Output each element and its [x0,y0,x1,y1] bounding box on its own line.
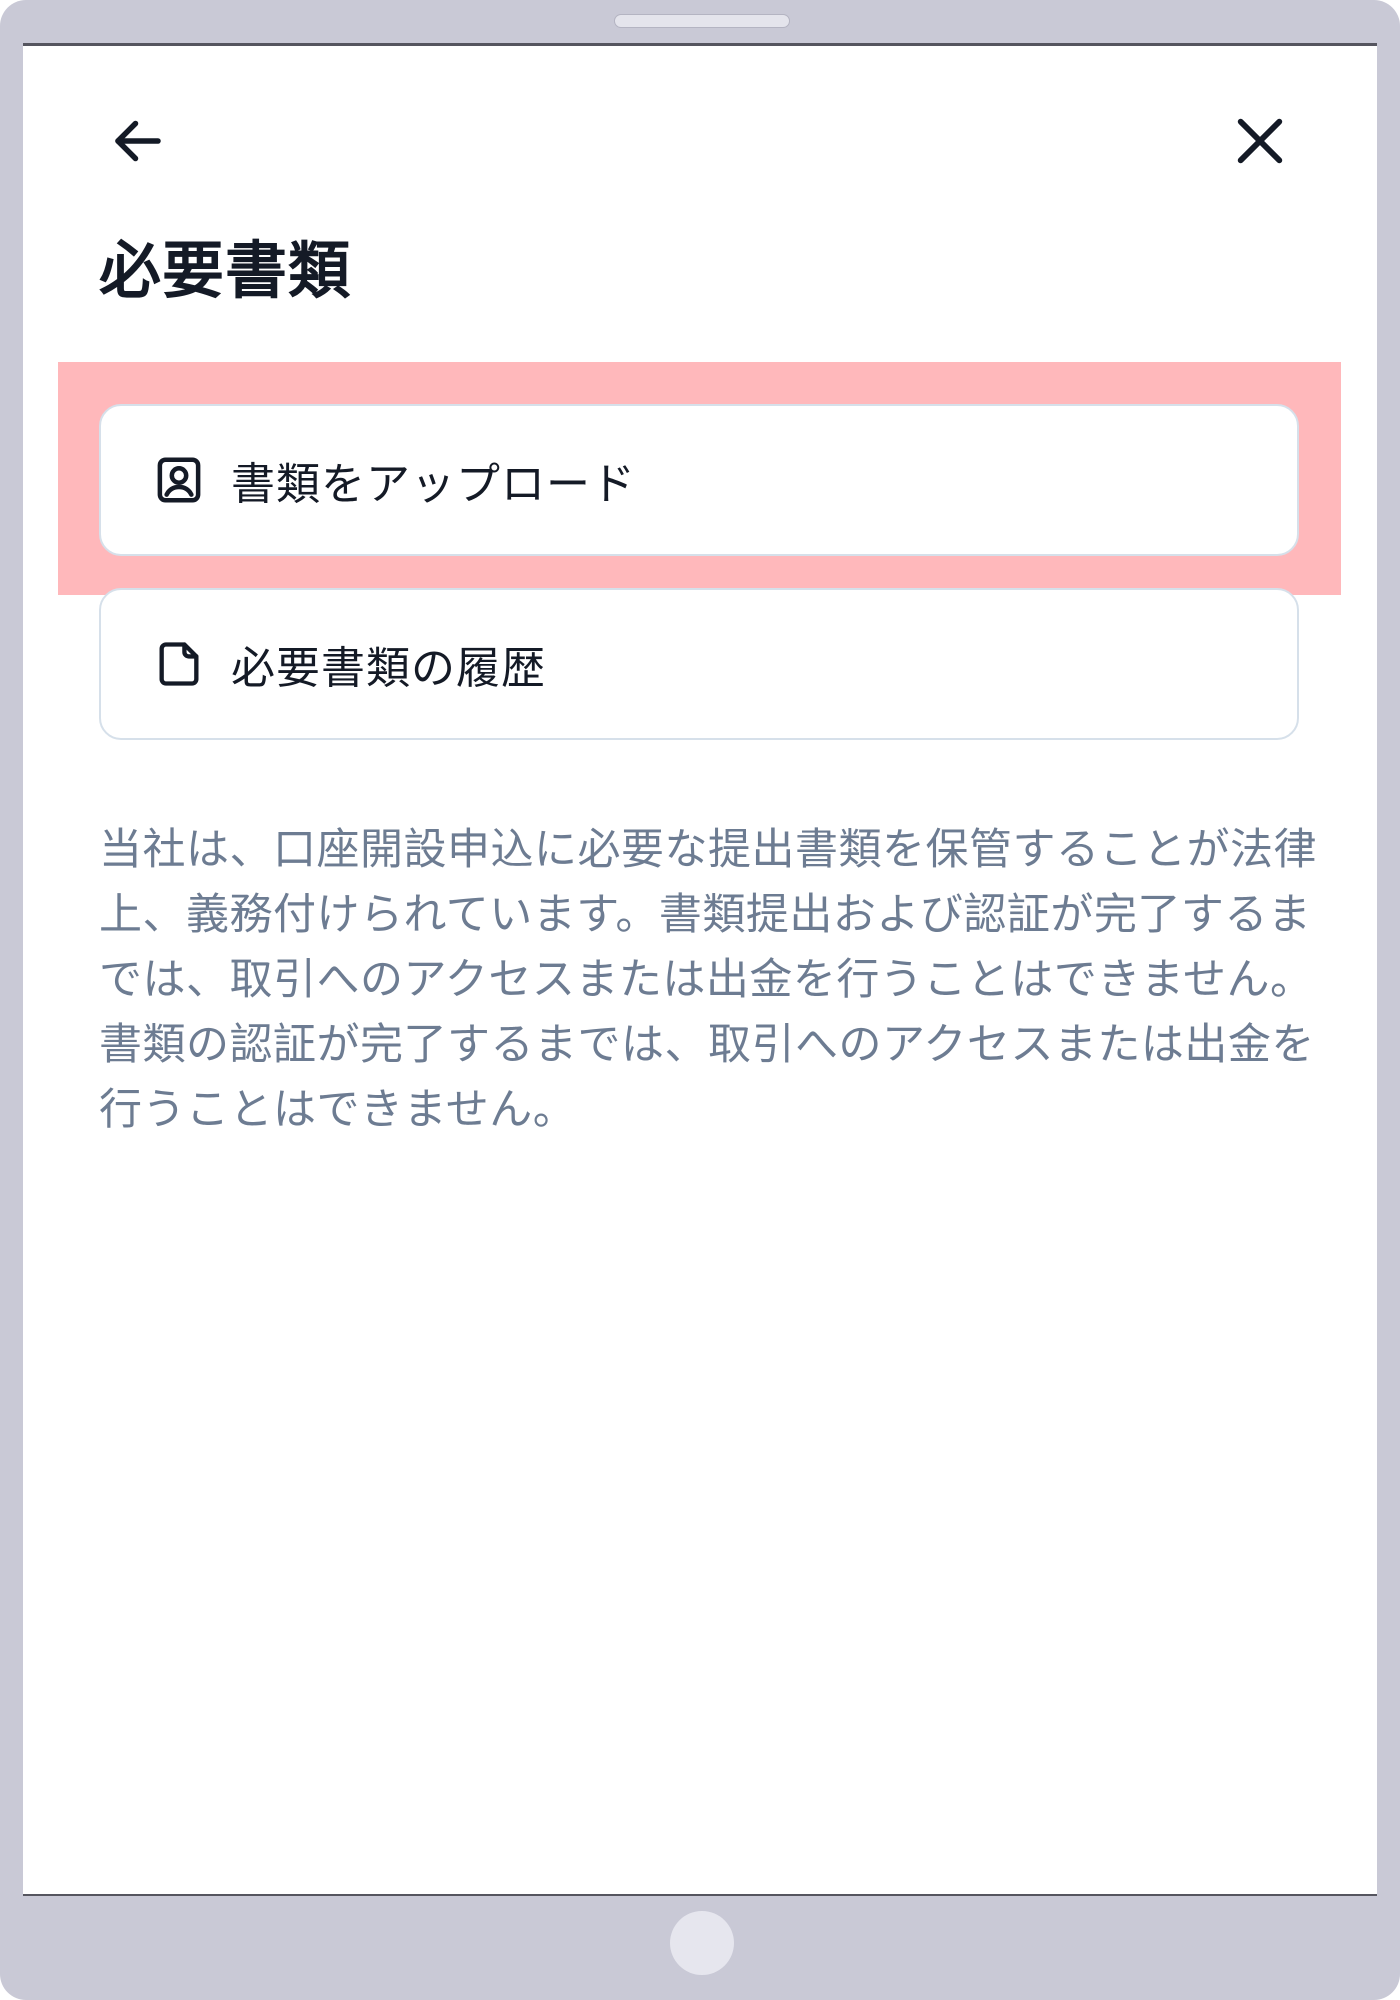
page-title: 必要書類 [99,234,352,307]
arrow-left-icon [115,120,161,162]
back-button[interactable] [103,106,173,176]
user-document-icon [151,452,207,508]
close-button[interactable] [1225,106,1295,176]
upload-documents-button[interactable]: 書類をアップロード [99,404,1299,556]
document-history-button[interactable]: 必要書類の履歴 [99,588,1299,740]
speaker-grille [614,14,790,28]
document-history-label: 必要書類の履歴 [231,643,546,694]
document-icon [151,636,207,692]
upload-documents-label: 書類をアップロード [231,459,636,510]
close-icon [1237,118,1283,164]
description-text: 当社は、口座開設申込に必要な提出書類を保管することが法律上、義務付けられています… [99,825,1317,1135]
tablet-frame: 必要書類 書類をアップロード 必要書類の履歴 当社は、口座開設申込に必要な提出書… [0,0,1400,2000]
home-button[interactable] [670,1911,734,1975]
screen: 必要書類 書類をアップロード 必要書類の履歴 当社は、口座開設申込に必要な提出書… [23,43,1377,1896]
